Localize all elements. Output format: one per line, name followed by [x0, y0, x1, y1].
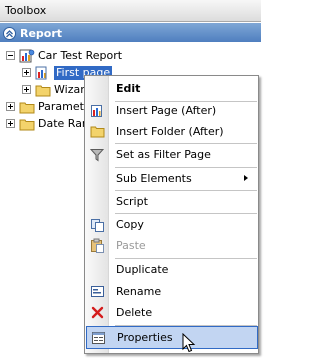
- rename-icon: [86, 281, 108, 302]
- tree-parameters-label: Paramete: [38, 99, 91, 113]
- tree-node-parameters[interactable]: Paramete: [6, 98, 91, 115]
- report-section-header[interactable]: Report: [0, 23, 261, 42]
- menu-item-script[interactable]: Script: [86, 191, 258, 212]
- properties-icon: [87, 327, 109, 348]
- expand-node-icon[interactable]: [6, 102, 15, 111]
- toolbox-title: Toolbox: [5, 4, 47, 17]
- duplicate-icon: [86, 259, 108, 280]
- toolbox-panel: Toolbox Report Car Test Report First pag…: [0, 0, 261, 358]
- tree-root-label: Car Test Report: [38, 48, 123, 62]
- menu-item-duplicate[interactable]: Duplicate: [86, 259, 258, 280]
- context-menu: Edit Insert Page (After) Insert Folder (…: [84, 75, 259, 354]
- toolbox-title-bar: Toolbox: [0, 0, 261, 22]
- menu-item-set-filter[interactable]: Set as Filter Page: [86, 144, 258, 165]
- menu-item-insert-folder[interactable]: Insert Folder (After): [86, 121, 258, 142]
- menu-item-delete[interactable]: Delete: [86, 302, 258, 323]
- menu-item-paste[interactable]: Paste: [86, 235, 258, 256]
- page-icon: [35, 66, 51, 80]
- folder-icon: [35, 83, 51, 97]
- menu-item-insert-page[interactable]: Insert Page (After): [86, 100, 258, 121]
- edit-icon: [86, 78, 108, 99]
- tree-date-range-label: Date Ran: [38, 116, 89, 130]
- menu-item-rename[interactable]: Rename: [86, 281, 258, 302]
- tree-node-wizard[interactable]: Wizard: [22, 81, 92, 98]
- folder-icon: [19, 100, 35, 114]
- section-title: Report: [20, 27, 63, 40]
- menu-item-sub-elements[interactable]: Sub Elements: [86, 168, 258, 189]
- collapse-node-icon[interactable]: [6, 51, 15, 60]
- paste-icon: [86, 235, 108, 256]
- copy-icon: [86, 214, 108, 235]
- sub-elements-icon: [86, 168, 108, 189]
- expand-node-icon[interactable]: [6, 119, 15, 128]
- expand-node-icon[interactable]: [22, 85, 31, 94]
- insert-page-icon: [86, 100, 108, 121]
- expand-node-icon[interactable]: [22, 68, 31, 77]
- filter-icon: [86, 144, 108, 165]
- collapse-icon[interactable]: [3, 27, 16, 40]
- folder-icon: [19, 117, 35, 131]
- report-icon: [19, 49, 35, 63]
- menu-item-edit[interactable]: Edit: [86, 78, 258, 99]
- delete-icon: [86, 302, 108, 323]
- tree-node-date-range[interactable]: Date Ran: [6, 115, 89, 132]
- menu-item-copy[interactable]: Copy: [86, 214, 258, 235]
- mouse-cursor-icon: [182, 333, 196, 353]
- menu-item-properties[interactable]: Properties: [86, 326, 258, 349]
- folder-icon: [86, 121, 108, 142]
- script-icon: [86, 191, 108, 212]
- submenu-arrow-icon: [244, 175, 248, 181]
- tree-node-root[interactable]: Car Test Report: [6, 47, 122, 64]
